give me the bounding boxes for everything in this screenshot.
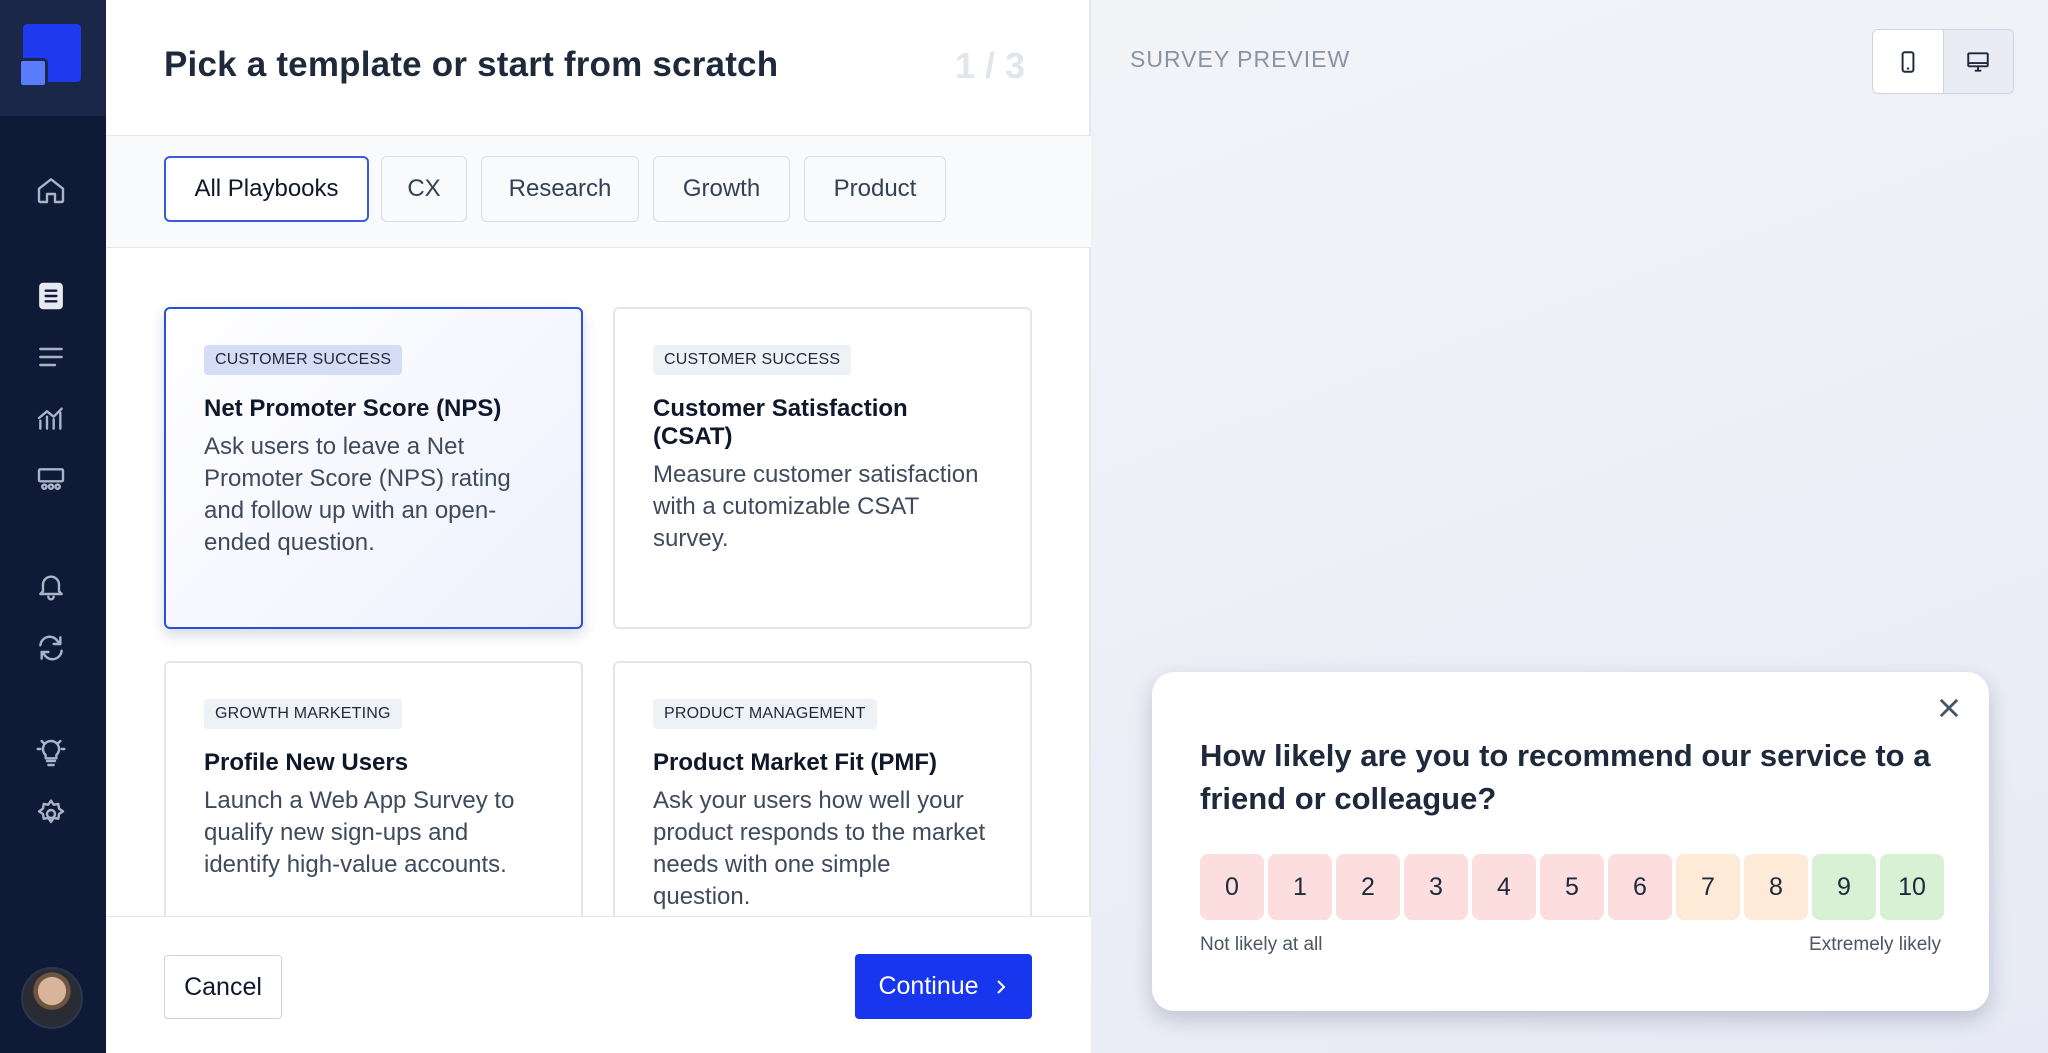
score-option[interactable]: 0 <box>1200 854 1264 920</box>
score-option[interactable]: 6 <box>1608 854 1672 920</box>
survey-widget: How likely are you to recommend our serv… <box>1152 672 1989 1011</box>
scale-low-label: Not likely at all <box>1200 934 1323 955</box>
template-card-profile-new-users[interactable]: GROWTH MARKETING Profile New Users Launc… <box>164 661 583 916</box>
score-option[interactable]: 5 <box>1540 854 1604 920</box>
template-card-pmf[interactable]: PRODUCT MANAGEMENT Product Market Fit (P… <box>613 661 1032 916</box>
template-description: Ask your users how well your product res… <box>653 787 986 910</box>
mobile-icon[interactable] <box>1873 30 1943 93</box>
chevron-right-icon <box>996 979 1005 994</box>
panel-footer: Cancel Continue <box>106 916 1091 1053</box>
lightbulb-icon[interactable] <box>31 733 71 773</box>
score-option[interactable]: 8 <box>1744 854 1808 920</box>
template-picker-panel: Pick a template or start from scratch 1 … <box>106 0 1091 1053</box>
page-title: Pick a template or start from scratch <box>164 45 779 84</box>
score-option[interactable]: 3 <box>1404 854 1468 920</box>
cancel-button[interactable]: Cancel <box>164 955 282 1019</box>
survey-preview-pane: SURVEY PREVIEW How likely are you to rec… <box>1091 0 2048 1053</box>
analytics-icon[interactable] <box>31 398 71 438</box>
category-tag: GROWTH MARKETING <box>204 699 402 729</box>
preview-label: SURVEY PREVIEW <box>1130 46 1351 72</box>
logo-square-small <box>18 58 48 88</box>
category-tag: CUSTOMER SUCCESS <box>204 345 403 375</box>
category-tag: PRODUCT MANAGEMENT <box>653 699 877 729</box>
logo[interactable] <box>0 0 106 116</box>
score-option[interactable]: 1 <box>1268 854 1332 920</box>
category-tag: CUSTOMER SUCCESS <box>653 345 852 375</box>
team-icon[interactable] <box>31 460 71 500</box>
close-icon[interactable] <box>1935 694 1963 722</box>
device-toggle <box>1872 29 2014 94</box>
sidebar <box>0 0 106 1053</box>
sync-icon[interactable] <box>31 628 71 668</box>
step-indicator: 1 / 3 <box>954 45 1025 86</box>
template-description: Launch a Web App Survey to qualify new s… <box>204 787 515 878</box>
filter-product[interactable]: Product <box>804 156 946 222</box>
list-icon[interactable] <box>31 337 71 377</box>
template-description: Ask users to leave a Net Promoter Score … <box>204 433 511 556</box>
score-option[interactable]: 2 <box>1336 854 1400 920</box>
avatar[interactable] <box>21 967 83 1029</box>
bell-icon[interactable] <box>31 566 71 606</box>
continue-label: Continue <box>878 972 979 1000</box>
score-option[interactable]: 10 <box>1880 854 1944 920</box>
template-title: Customer Satisfaction (CSAT) <box>653 395 908 450</box>
score-option[interactable]: 7 <box>1676 854 1740 920</box>
panel-header: Pick a template or start from scratch 1 … <box>106 0 1091 136</box>
template-title: Product Market Fit (PMF) <box>653 749 938 776</box>
template-description: Measure customer satisfaction with a cut… <box>653 461 979 552</box>
filter-research[interactable]: Research <box>481 156 639 222</box>
home-icon[interactable] <box>31 170 71 210</box>
filter-all-playbooks[interactable]: All Playbooks <box>164 156 369 222</box>
survey-question: How likely are you to recommend our serv… <box>1200 738 1931 816</box>
template-title: Profile New Users <box>204 749 409 776</box>
filter-bar: All Playbooks CX Research Growth Product <box>106 136 1091 248</box>
template-card-csat[interactable]: CUSTOMER SUCCESS Customer Satisfaction (… <box>613 307 1032 629</box>
score-option[interactable]: 9 <box>1812 854 1876 920</box>
desktop-icon[interactable] <box>1942 30 2013 93</box>
surveys-icon[interactable] <box>31 276 71 316</box>
continue-button[interactable]: Continue <box>855 954 1032 1019</box>
filter-cx[interactable]: CX <box>381 156 467 222</box>
template-grid: CUSTOMER SUCCESS Net Promoter Score (NPS… <box>106 248 1091 916</box>
scale-high-label: Extremely likely <box>1809 934 1941 955</box>
template-title: Net Promoter Score (NPS) <box>204 395 502 422</box>
template-card-nps[interactable]: CUSTOMER SUCCESS Net Promoter Score (NPS… <box>164 307 583 629</box>
settings-icon[interactable] <box>31 794 71 834</box>
score-option[interactable]: 4 <box>1472 854 1536 920</box>
nps-scale: 0 1 2 3 4 5 6 7 8 9 10 <box>1200 854 1944 920</box>
filter-growth[interactable]: Growth <box>653 156 790 222</box>
